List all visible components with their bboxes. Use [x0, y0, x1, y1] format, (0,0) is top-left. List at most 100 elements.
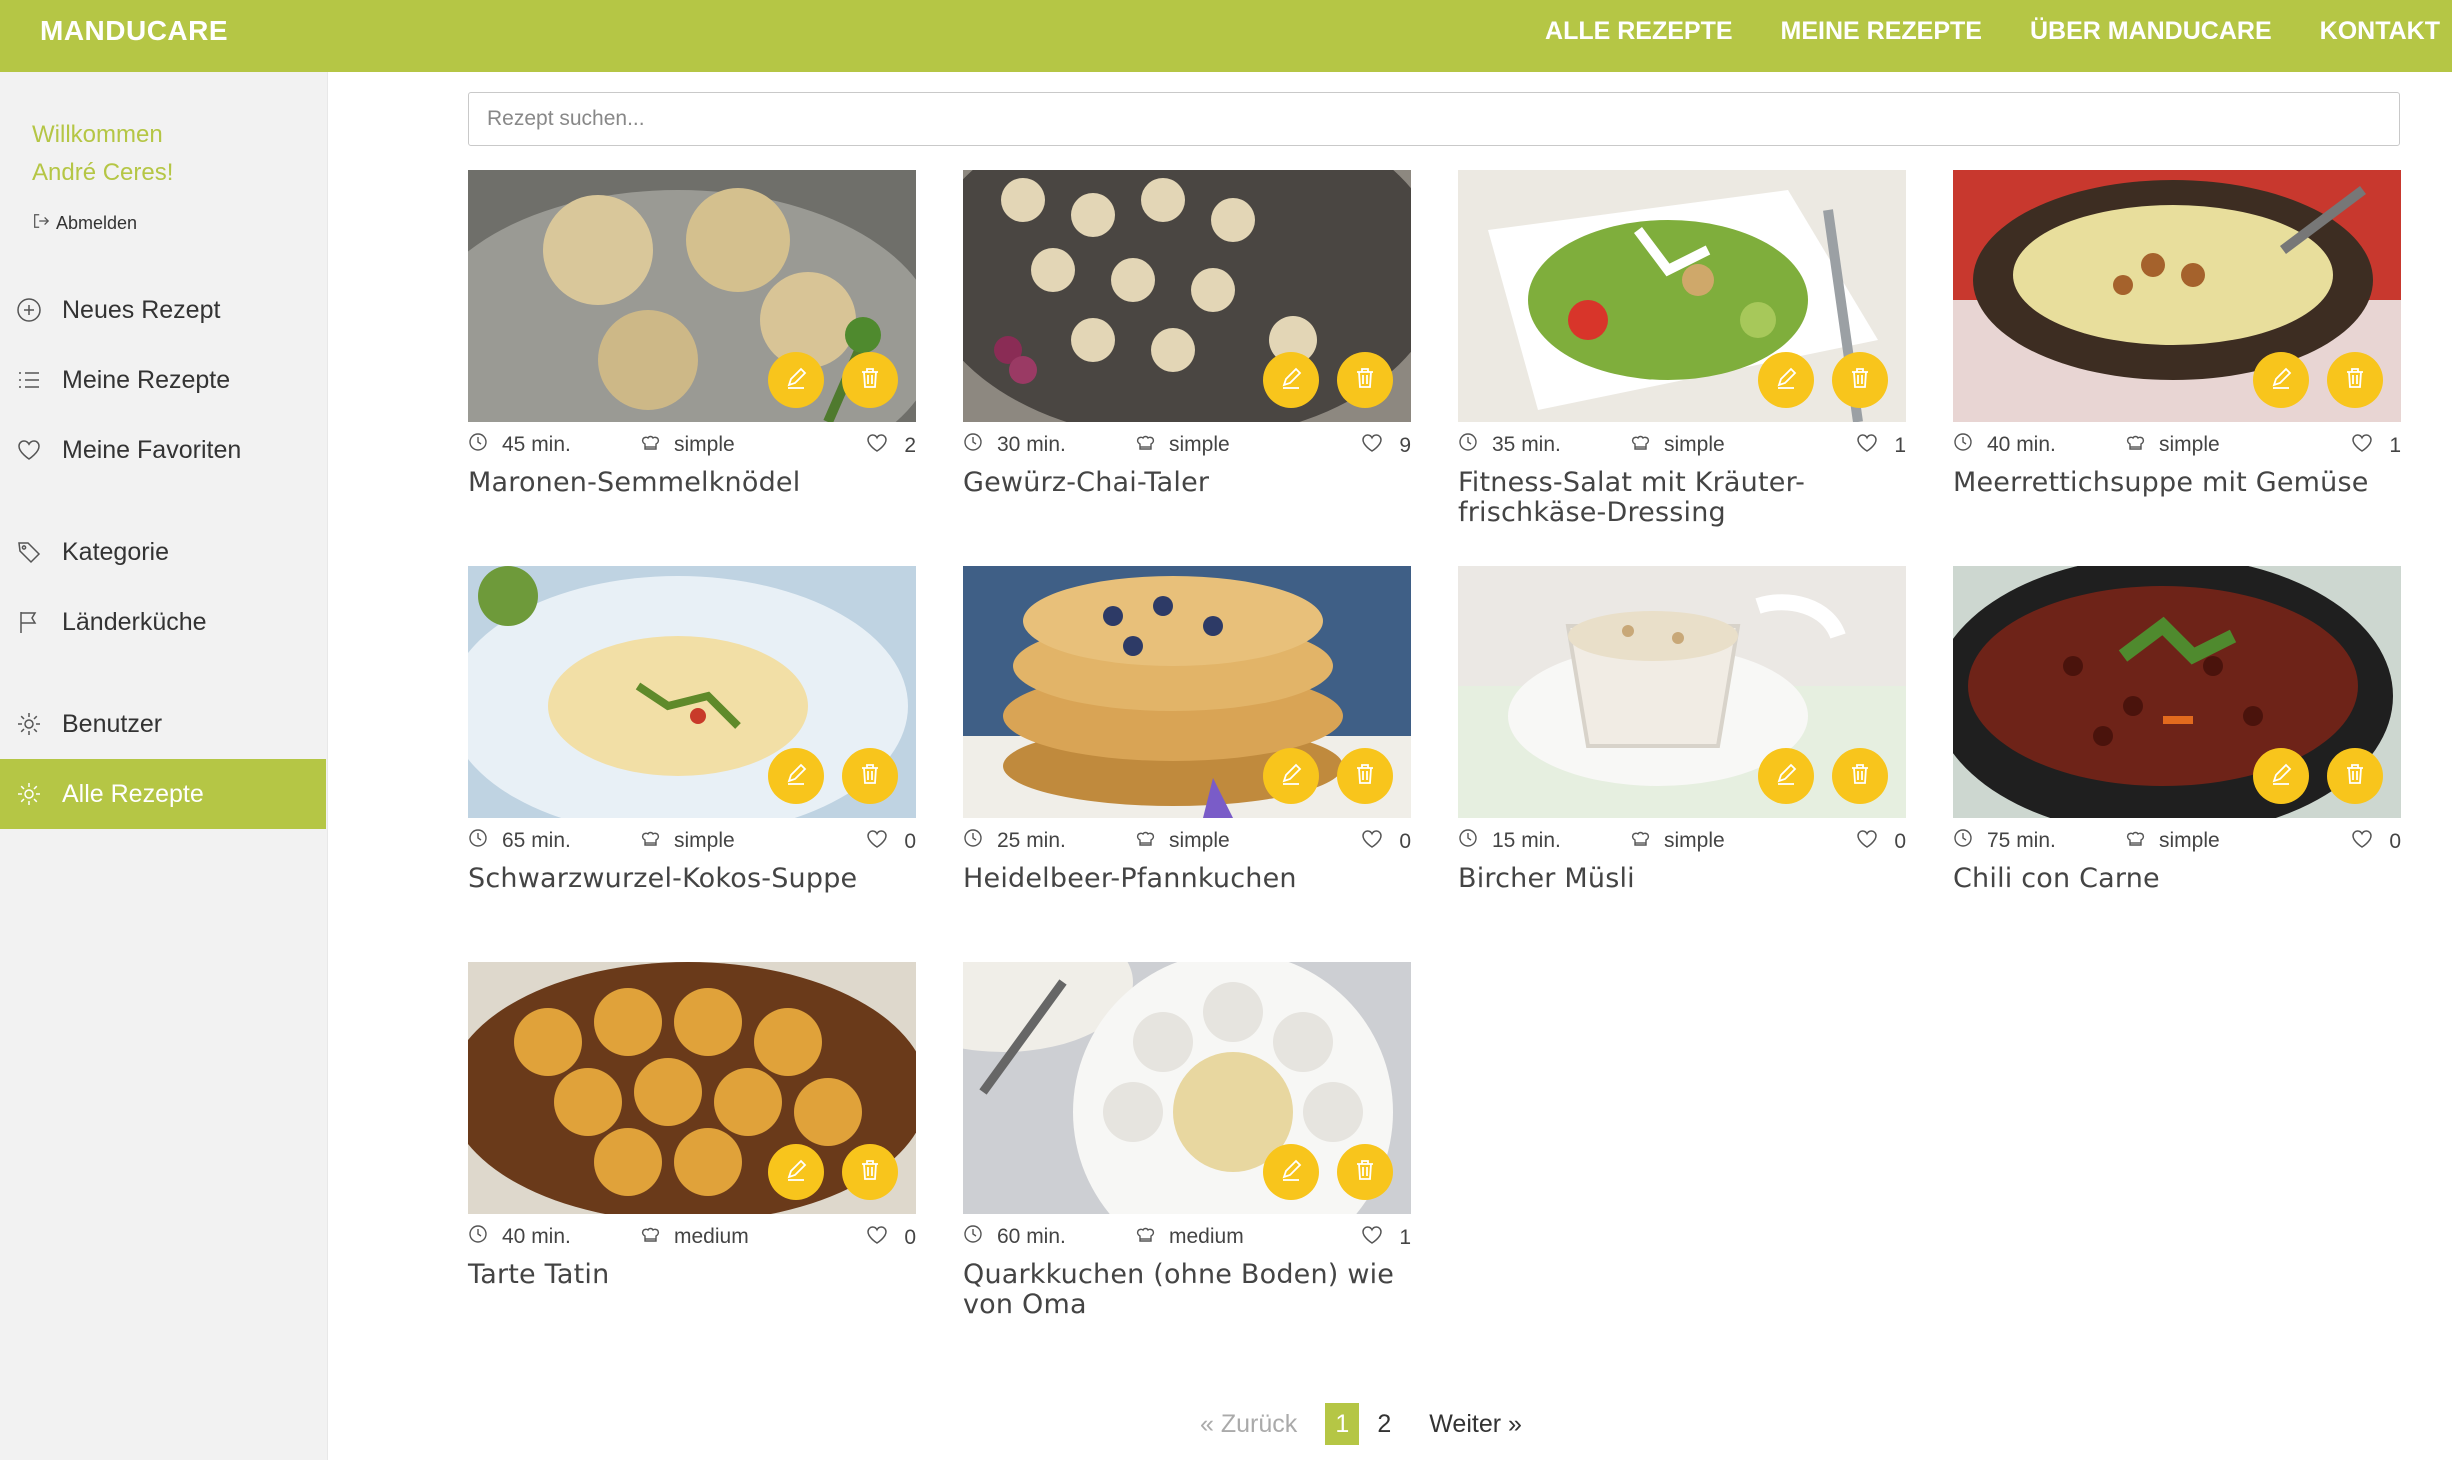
recipe-title[interactable]: Heidelbeer-Pfannkuchen [963, 864, 1411, 894]
recipe-image[interactable] [1953, 170, 2401, 422]
nav-about[interactable]: ÜBER MANDUCARE [2030, 0, 2272, 62]
recipe-card[interactable]: 60 min. medium 1 Quarkkuchen (ohne Boden) w… [963, 962, 1411, 1320]
favorite-toggle[interactable]: 0 [2351, 828, 2401, 856]
sidebar-item-new-recipe[interactable]: Neues Rezept [0, 275, 326, 345]
edit-recipe-button[interactable] [2253, 748, 2309, 804]
recipe-image[interactable] [468, 566, 916, 818]
recipe-image[interactable] [1458, 566, 1906, 818]
edit-recipe-button[interactable] [1263, 1144, 1319, 1200]
sidebar-item-label: Kategorie [62, 537, 170, 566]
recipe-title[interactable]: Chili con Carne [1953, 864, 2401, 894]
pencil-icon [783, 1157, 809, 1188]
recipe-image[interactable] [963, 962, 1411, 1214]
recipe-card[interactable]: 75 min. simple 0 Chili con Carne [1953, 566, 2401, 894]
sidebar-item-users[interactable]: Benutzer [0, 689, 326, 759]
edit-recipe-button[interactable] [1758, 748, 1814, 804]
recipe-search-input[interactable] [468, 92, 2400, 146]
recipe-meta: 35 min. simple 1 [1458, 422, 1906, 468]
pencil-icon [783, 365, 809, 396]
delete-recipe-button[interactable] [2327, 748, 2383, 804]
recipe-card[interactable]: 40 min. medium 0 Tarte Tatin [468, 962, 916, 1290]
sidebar-item-my-recipes[interactable]: Meine Rezepte [0, 345, 326, 415]
edit-recipe-button[interactable] [1263, 748, 1319, 804]
delete-recipe-button[interactable] [1832, 748, 1888, 804]
recipe-title[interactable]: Bircher Müsli [1458, 864, 1906, 894]
recipe-title[interactable]: Gewürz-Chai-Taler [963, 468, 1411, 498]
pagination-next[interactable]: Weiter » [1429, 1410, 1522, 1439]
edit-recipe-button[interactable] [1263, 352, 1319, 408]
difficulty: simple [640, 432, 735, 458]
favorite-toggle[interactable]: 1 [2351, 432, 2401, 460]
pagination-page-1[interactable]: 1 [1325, 1403, 1360, 1445]
recipe-image[interactable] [963, 566, 1411, 818]
recipe-title[interactable]: Quarkkuchen (ohne Boden) wie von Oma [963, 1260, 1411, 1320]
recipe-card[interactable]: 25 min. simple 0 Heidelbeer-Pfannkuchen [963, 566, 1411, 894]
delete-recipe-button[interactable] [1337, 748, 1393, 804]
chef-hat-icon [2125, 828, 2159, 854]
edit-recipe-button[interactable] [2253, 352, 2309, 408]
edit-recipe-button[interactable] [768, 1144, 824, 1200]
difficulty-value: simple [1169, 829, 1230, 852]
recipe-image[interactable] [1953, 566, 2401, 818]
sidebar-item-category[interactable]: Kategorie [0, 517, 326, 587]
favorite-toggle[interactable]: 0 [1361, 828, 1411, 856]
cook-time: 40 min. [468, 1224, 571, 1250]
pagination-page-2[interactable]: 2 [1367, 1403, 1401, 1445]
difficulty: medium [1135, 1224, 1244, 1250]
recipe-image[interactable] [468, 170, 916, 422]
recipe-title[interactable]: Meerrettichsuppe mit Gemüse [1953, 468, 2401, 498]
heart-icon [1361, 432, 1399, 460]
chef-hat-icon [1630, 828, 1664, 854]
recipe-image[interactable] [963, 170, 1411, 422]
delete-recipe-button[interactable] [842, 748, 898, 804]
logout-icon [32, 212, 50, 235]
recipe-title[interactable]: Maronen-Semmelknödel [468, 468, 916, 498]
edit-recipe-button[interactable] [768, 352, 824, 408]
delete-recipe-button[interactable] [842, 352, 898, 408]
nav-my-recipes[interactable]: MEINE REZEPTE [1781, 0, 1982, 62]
recipe-card[interactable]: 45 min. simple 2 Maronen-Semmelknödel [468, 170, 916, 498]
cook-time: 30 min. [963, 432, 1066, 458]
pencil-icon [1773, 365, 1799, 396]
favorite-toggle[interactable]: 1 [1856, 432, 1906, 460]
recipe-card[interactable]: 65 min. simple 0 Schwarzwurzel-Kokos-Suppe [468, 566, 916, 894]
favorite-count: 1 [1894, 434, 1906, 457]
delete-recipe-button[interactable] [2327, 352, 2383, 408]
delete-recipe-button[interactable] [1832, 352, 1888, 408]
favorite-toggle[interactable]: 1 [1361, 1224, 1411, 1252]
favorite-toggle[interactable]: 0 [1856, 828, 1906, 856]
favorite-toggle[interactable]: 0 [866, 1224, 916, 1252]
clock-icon [1953, 828, 1987, 854]
nav-contact[interactable]: KONTAKT [2320, 0, 2440, 62]
recipe-image[interactable] [468, 962, 916, 1214]
recipe-card[interactable]: 35 min. simple 1 Fitness-Salat mit Kräuter-… [1458, 170, 1906, 528]
delete-recipe-button[interactable] [1337, 1144, 1393, 1200]
edit-recipe-button[interactable] [768, 748, 824, 804]
edit-recipe-button[interactable] [1758, 352, 1814, 408]
brand-logo[interactable]: MANDUCARE [40, 0, 228, 62]
delete-recipe-button[interactable] [842, 1144, 898, 1200]
recipe-title[interactable]: Fitness-Salat mit Kräuter-frischkäse-Dre… [1458, 468, 1906, 528]
cook-time: 35 min. [1458, 432, 1561, 458]
heart-icon [866, 828, 904, 856]
favorite-toggle[interactable]: 9 [1361, 432, 1411, 460]
welcome-line: Willkommen [32, 121, 163, 148]
recipe-card[interactable]: 40 min. simple 1 Meerrettichsuppe mit Gemüs… [1953, 170, 2401, 498]
recipe-card[interactable]: 30 min. simple 9 Gewürz-Chai-Taler [963, 170, 1411, 498]
sidebar-item-all-recipes[interactable]: Alle Rezepte [0, 759, 326, 829]
logout-link[interactable]: Abmelden [32, 212, 137, 235]
cook-time-value: 40 min. [1987, 433, 2056, 456]
recipe-title[interactable]: Tarte Tatin [468, 1260, 916, 1290]
recipe-card[interactable]: 15 min. simple 0 Bircher Müsli [1458, 566, 1906, 894]
trash-icon [1352, 1157, 1378, 1188]
delete-recipe-button[interactable] [1337, 352, 1393, 408]
difficulty-value: simple [1664, 433, 1725, 456]
favorite-toggle[interactable]: 0 [866, 828, 916, 856]
favorite-toggle[interactable]: 2 [866, 432, 916, 460]
recipe-title[interactable]: Schwarzwurzel-Kokos-Suppe [468, 864, 916, 894]
cook-time-value: 40 min. [502, 1225, 571, 1248]
sidebar-item-favorites[interactable]: Meine Favoriten [0, 415, 326, 485]
recipe-image[interactable] [1458, 170, 1906, 422]
sidebar-item-cuisine[interactable]: Länderküche [0, 587, 326, 657]
nav-all-recipes[interactable]: ALLE REZEPTE [1545, 0, 1733, 62]
